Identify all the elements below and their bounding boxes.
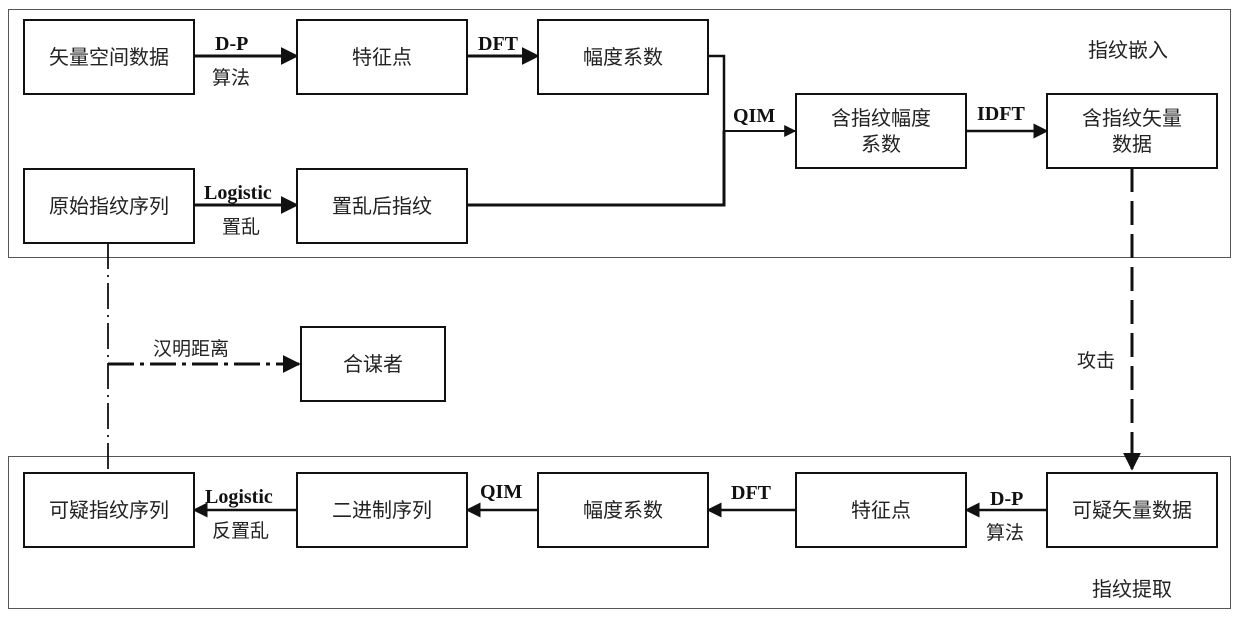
node-original-fp-seq: 原始指纹序列 [23, 168, 195, 244]
node-suspect-fp-seq: 可疑指纹序列 [23, 472, 195, 548]
label-unscramble: 反置乱 [212, 520, 270, 542]
node-binary-seq: 二进制序列 [296, 472, 468, 548]
label-logistic-extract: Logistic [205, 486, 273, 508]
label-attack: 攻击 [1077, 350, 1116, 372]
label-dp-algorithm: 算法 [212, 67, 251, 89]
node-feature-points-extract: 特征点 [795, 472, 967, 548]
node-vector-data: 矢量空间数据 [23, 19, 195, 95]
label-idft: IDFT [977, 103, 1025, 125]
label-qim-extract: QIM [480, 481, 523, 503]
node-fp-amplitude-coeff: 含指纹幅度 系数 [795, 93, 967, 169]
node-fp-vector-data: 含指纹矢量 数据 [1046, 93, 1218, 169]
node-feature-points: 特征点 [296, 19, 468, 95]
label-logistic: Logistic [204, 182, 272, 204]
label-hamming-distance: 汉明距离 [153, 338, 230, 360]
node-scrambled-fp: 置乱后指纹 [296, 168, 468, 244]
label-dft: DFT [478, 33, 518, 55]
label-dp-extract: D-P [990, 488, 1024, 510]
edge-scrambled-to-junction [467, 131, 726, 207]
label-dft-extract: DFT [731, 482, 771, 504]
node-colluder: 合谋者 [300, 326, 446, 402]
node-suspect-vector-data: 可疑矢量数据 [1046, 472, 1218, 548]
label-qim: QIM [733, 105, 776, 127]
node-amplitude-coeff-extract: 幅度系数 [537, 472, 709, 548]
node-amplitude-coeff: 幅度系数 [537, 19, 709, 95]
label-dp: D-P [215, 33, 249, 55]
label-scramble: 置乱 [222, 216, 261, 238]
label-dp-algorithm-extract: 算法 [986, 522, 1025, 544]
edge-amplitude-to-junction [708, 54, 726, 131]
